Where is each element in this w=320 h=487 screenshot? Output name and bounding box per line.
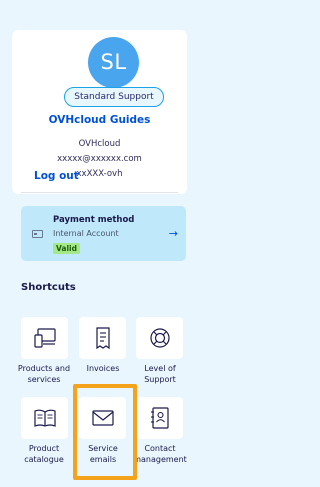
shortcut-level-of-support[interactable] [136, 317, 183, 359]
user-email: xxxxx@xxxxxx.com [57, 154, 142, 164]
shortcut-label: Product catalogue [24, 444, 64, 464]
guides-link[interactable]: OVHcloud Guides [12, 114, 187, 126]
divider [21, 192, 178, 193]
payment-method-title: Payment method [53, 215, 135, 225]
company-name: OVHcloud [78, 139, 121, 149]
status-badge: Valid [53, 243, 80, 254]
invoice-icon [95, 327, 110, 350]
shortcut-label: Invoices [86, 364, 120, 373]
support-level-badge: Standard Support [64, 87, 164, 107]
shortcuts-heading: Shortcuts [21, 282, 76, 293]
book-icon [33, 409, 56, 427]
shortcut-label: Level of Support [144, 364, 176, 384]
shortcut-invoices[interactable] [79, 317, 126, 359]
devices-icon [33, 328, 56, 348]
credit-card-icon [32, 230, 43, 238]
shortcut-products-and-services[interactable] [21, 317, 68, 359]
avatar: SL [88, 37, 139, 88]
logout-link[interactable]: Log out [34, 170, 79, 182]
shortcut-service-emails[interactable] [79, 397, 126, 439]
contact-book-icon [150, 407, 169, 429]
shortcut-product-catalogue[interactable] [21, 397, 68, 439]
payment-method-card[interactable]: Payment method Internal Account Valid → [21, 206, 186, 261]
shortcut-label: Contact management [133, 444, 187, 464]
arrow-right-icon[interactable]: → [169, 227, 178, 240]
envelope-icon [91, 410, 114, 426]
payment-method-type: Internal Account [53, 229, 119, 238]
shortcut-contact-management[interactable] [136, 397, 183, 439]
shortcut-label: Service emails [88, 444, 118, 464]
shortcut-label: Products and services [17, 364, 71, 384]
lifebuoy-icon [149, 328, 170, 348]
